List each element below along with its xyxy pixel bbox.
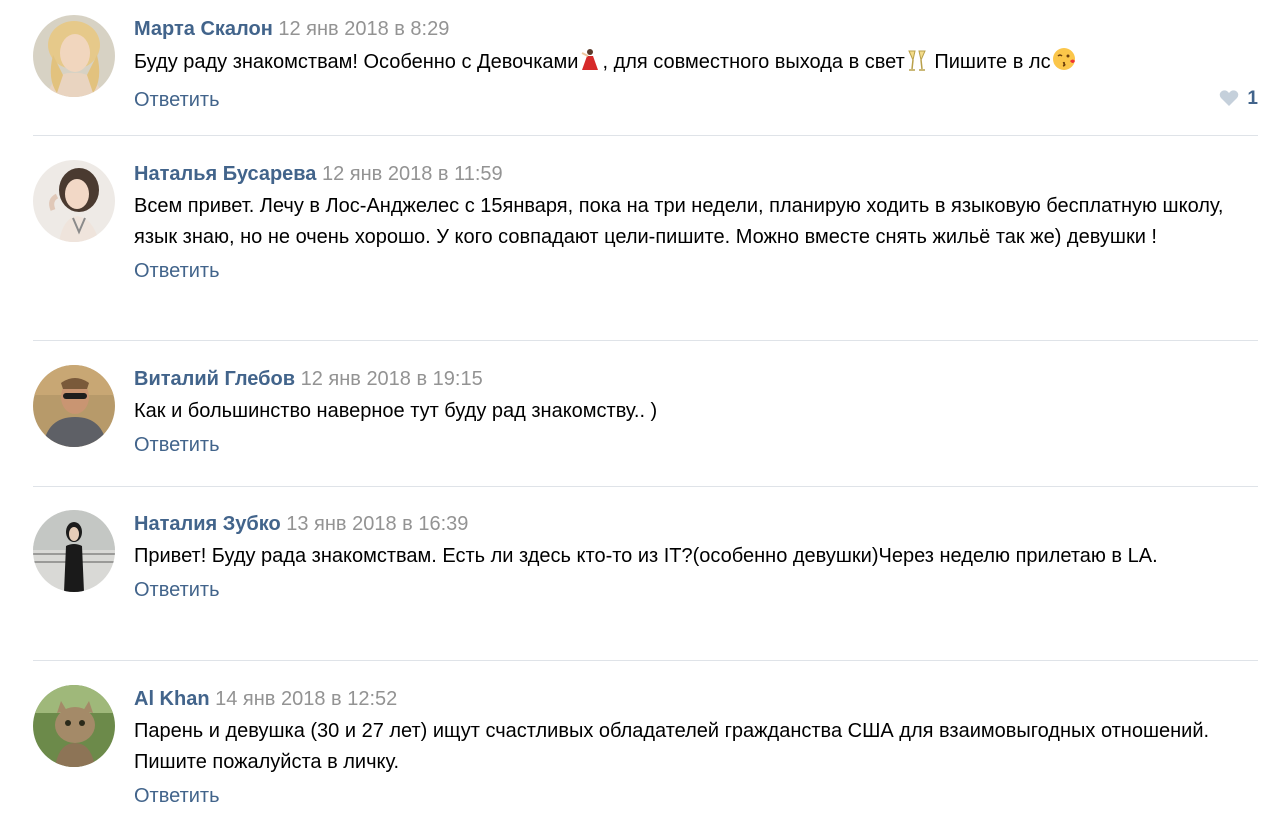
heart-icon bbox=[1219, 88, 1247, 109]
author-name[interactable]: Наталия Зубко bbox=[134, 513, 281, 535]
comment-body: Наталья Бусарева 12 янв 2018 в 11:59 Все… bbox=[134, 160, 1258, 285]
comment-date[interactable]: 14 янв 2018 в 12:52 bbox=[215, 688, 397, 710]
avatar[interactable] bbox=[33, 160, 115, 242]
comment: Виталий Глебов 12 янв 2018 в 19:15 Как и… bbox=[0, 341, 1280, 487]
comment-header: Виталий Глебов 12 янв 2018 в 19:15 bbox=[134, 365, 1258, 393]
comment: Al Khan 14 янв 2018 в 12:52 Парень и дев… bbox=[0, 660, 1280, 835]
comment-body: Al Khan 14 янв 2018 в 12:52 Парень и дев… bbox=[134, 685, 1258, 810]
comment-date[interactable]: 13 янв 2018 в 16:39 bbox=[286, 513, 468, 535]
reply-button[interactable]: Ответить bbox=[134, 576, 220, 604]
like-button[interactable]: 1 bbox=[1219, 85, 1258, 113]
comment-text: Всем привет. Лечу в Лос-Анджелес с 15янв… bbox=[134, 195, 1224, 248]
comment-body: Виталий Глебов 12 янв 2018 в 19:15 Как и… bbox=[134, 365, 1258, 459]
comment-text-part: Буду раду знакомствам! Особенно с Девочк… bbox=[134, 51, 579, 73]
comment-text-part: Пишите в лс bbox=[928, 51, 1051, 73]
comment-text: Парень и девушка (30 и 27 лет) ищут счас… bbox=[134, 720, 1210, 773]
comment-text: Буду раду знакомствам! Особенно с Девочк… bbox=[134, 46, 1258, 82]
comment-header: Марта Скалон 12 янв 2018 в 8:29 bbox=[134, 15, 1258, 43]
comment-header: Наталия Зубко 13 янв 2018 в 16:39 bbox=[134, 510, 1258, 538]
comment-body: Наталия Зубко 13 янв 2018 в 16:39 Привет… bbox=[134, 510, 1258, 604]
champagne-emoji bbox=[905, 48, 929, 82]
author-name[interactable]: Al Khan bbox=[134, 688, 210, 710]
comment-text: Привет! Буду рада знакомствам. Есть ли з… bbox=[134, 545, 1158, 567]
author-name[interactable]: Марта Скалон bbox=[134, 18, 273, 40]
comment-text-part: , для совместного выхода в свет bbox=[602, 51, 905, 73]
avatar[interactable] bbox=[33, 510, 115, 592]
avatar[interactable] bbox=[33, 15, 115, 97]
reply-button[interactable]: Ответить bbox=[134, 782, 220, 810]
author-name[interactable]: Виталий Глебов bbox=[134, 368, 295, 390]
author-name[interactable]: Наталья Бусарева bbox=[134, 163, 316, 185]
comment: Марта Скалон 12 янв 2018 в 8:29 Буду рад… bbox=[0, 0, 1280, 136]
reply-button[interactable]: Ответить bbox=[134, 86, 220, 114]
reply-button[interactable]: Ответить bbox=[134, 257, 220, 285]
comment-body: Марта Скалон 12 янв 2018 в 8:29 Буду рад… bbox=[134, 15, 1258, 114]
comment-date[interactable]: 12 янв 2018 в 8:29 bbox=[278, 18, 449, 40]
like-count: 1 bbox=[1247, 88, 1258, 109]
comment-date[interactable]: 12 янв 2018 в 11:59 bbox=[322, 163, 503, 185]
avatar[interactable] bbox=[33, 365, 115, 447]
reply-button[interactable]: Ответить bbox=[134, 431, 220, 459]
comment-header: Наталья Бусарева 12 янв 2018 в 11:59 bbox=[134, 160, 1258, 188]
comment: Наталья Бусарева 12 янв 2018 в 11:59 Все… bbox=[0, 136, 1280, 342]
avatar[interactable] bbox=[33, 685, 115, 767]
comment-text: Как и большинство наверное тут буду рад … bbox=[134, 400, 658, 422]
comment-header: Al Khan 14 янв 2018 в 12:52 bbox=[134, 685, 1258, 713]
kiss-face-emoji bbox=[1051, 46, 1077, 82]
dancer-emoji bbox=[578, 48, 602, 82]
comment-date[interactable]: 12 янв 2018 в 19:15 bbox=[301, 368, 483, 390]
comment: Наталия Зубко 13 янв 2018 в 16:39 Привет… bbox=[0, 486, 1280, 661]
